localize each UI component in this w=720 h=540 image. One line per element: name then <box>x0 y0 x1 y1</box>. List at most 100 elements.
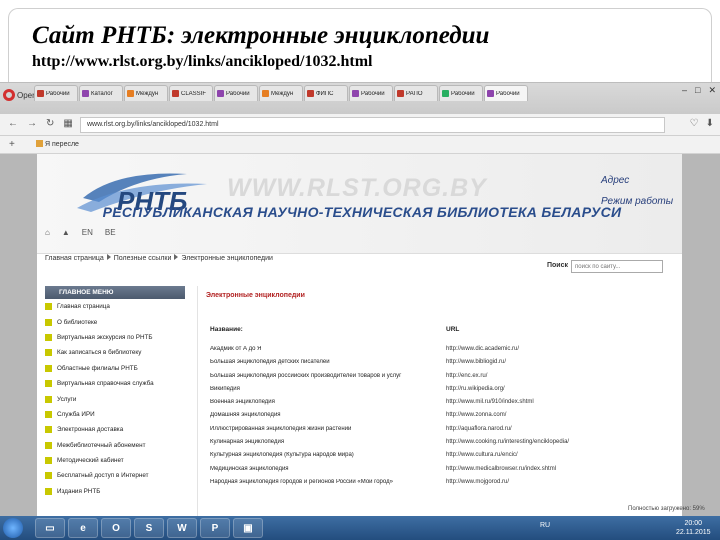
menu-item[interactable]: Служба ИРИ <box>45 407 185 422</box>
menu-item[interactable]: Виртуальная справочная служба <box>45 376 185 391</box>
url-link[interactable]: http://www.mojgorod.ru/ <box>446 479 509 485</box>
sitemap-icon[interactable]: ▲ <box>62 228 70 237</box>
tab-9[interactable]: РАПО <box>394 85 438 101</box>
url-link[interactable]: http://enc.ex.ru/ <box>446 373 487 379</box>
bookmark-item[interactable]: Я пересле <box>36 140 79 148</box>
skype-app-icon[interactable]: S <box>134 518 164 538</box>
grid-icon[interactable]: ▦ <box>63 118 72 129</box>
lang-be[interactable]: BE <box>105 228 116 237</box>
url-link[interactable]: http://www.cooking.ru/interesting/encikl… <box>446 439 569 445</box>
address-bar[interactable]: www.rlst.org.by/links/ancikloped/1032.ht… <box>80 117 665 133</box>
powerpoint-app-icon[interactable]: P <box>200 518 230 538</box>
menu-item[interactable]: Бесплатный доступ в Интернет <box>45 468 185 483</box>
menu-bullet-icon <box>45 318 52 326</box>
url-link[interactable]: http://ru.wikipedia.org/ <box>446 386 505 392</box>
start-button[interactable] <box>3 518 23 538</box>
search-input[interactable] <box>571 260 663 273</box>
reload-icon[interactable]: ↻ <box>46 118 54 129</box>
image-app-icon[interactable]: ▣ <box>233 518 263 538</box>
tab-2[interactable]: Каталог <box>79 85 123 101</box>
back-icon[interactable]: ← <box>8 118 18 129</box>
ie-app-icon[interactable]: e <box>68 518 98 538</box>
tab-1[interactable]: Рабочий <box>34 85 78 101</box>
clock[interactable]: 20:00 22.11.2015 <box>676 519 711 537</box>
page-margin-left <box>0 154 37 516</box>
language-indicator[interactable]: RU <box>540 522 550 529</box>
close-icon[interactable]: ✕ <box>708 85 716 96</box>
favicon-icon <box>172 90 179 97</box>
tab-bar: Opera Рабочий Каталог Междун CLASSIF Раб… <box>0 82 720 114</box>
menu-item[interactable]: Электронная доставка <box>45 422 185 437</box>
url-link[interactable]: http://www.dic.academic.ru/ <box>446 346 519 352</box>
menu-bullet-icon <box>45 410 52 418</box>
opera-logo-icon <box>3 89 15 101</box>
menu-bullet-icon <box>45 472 52 480</box>
tab-10[interactable]: Рабочий <box>439 85 483 101</box>
menu-item[interactable]: Виртуальная экскурсия по РНТБ <box>45 330 185 345</box>
tab-8[interactable]: Рабочий <box>349 85 393 101</box>
tab-5[interactable]: Рабочий <box>214 85 258 101</box>
table-row: Медицинская энциклопедия http://www.medic… <box>210 465 557 472</box>
word-app-icon[interactable]: W <box>167 518 197 538</box>
tab-6[interactable]: Междун <box>259 85 303 101</box>
slide-url: http://www.rlst.org.by/links/ancikloped/… <box>32 53 373 70</box>
table-row: Иллюстрированная энциклопедия жизни раст… <box>210 425 512 432</box>
favicon-icon <box>397 90 404 97</box>
tab-4[interactable]: CLASSIF <box>169 85 213 101</box>
url-link[interactable]: http://www.cultura.ru/encic/ <box>446 452 518 458</box>
url-link[interactable]: http://www.zonna.com/ <box>446 412 506 418</box>
maximize-icon[interactable]: □ <box>695 85 700 96</box>
favicon-icon <box>127 90 134 97</box>
menu-bullet-icon <box>45 441 52 449</box>
home-icon[interactable]: ⌂ <box>45 228 50 237</box>
site-banner: РНТБ WWW.RLST.ORG.BY Адрес Режим работы … <box>37 154 682 254</box>
menu-bullet-icon <box>45 457 52 465</box>
tab-11-active[interactable]: Рабочий <box>484 85 528 101</box>
clock-time: 20:00 <box>684 520 703 527</box>
menu-item[interactable]: Издания РНТБ <box>45 484 185 499</box>
page-margin-right <box>682 154 720 516</box>
bookmark-heart-icon[interactable]: ♡ <box>690 118 699 129</box>
menu-bullet-icon <box>45 380 52 388</box>
bookmarks-bar: + Я пересле <box>0 136 720 154</box>
breadcrumb-home[interactable]: Главная страница <box>45 255 104 262</box>
url-link[interactable]: http://www.medicalbrowser.ru/index.shtml <box>446 466 556 472</box>
table-row: Культурная энциклопедия (Культура народо… <box>210 452 518 459</box>
breadcrumb-links[interactable]: Полезные ссылки <box>114 255 172 262</box>
table-row: Большая энциклопедия российских производ… <box>210 372 488 379</box>
link-address[interactable]: Адрес <box>601 170 673 191</box>
menu-item[interactable]: Межбиблиотечный абонемент <box>45 438 185 453</box>
folder-icon <box>36 140 43 147</box>
table-row: Википедия http://ru.wikipedia.org/ <box>210 385 505 392</box>
favicon-icon <box>307 90 314 97</box>
opera-app-icon[interactable]: O <box>101 518 131 538</box>
slide-title: Сайт РНТБ: электронные энциклопедии <box>32 22 490 49</box>
url-link[interactable]: http://www.bibliogid.ru/ <box>446 359 506 365</box>
forward-icon[interactable]: → <box>27 118 37 129</box>
lang-en[interactable]: EN <box>82 228 93 237</box>
menu-item[interactable]: Областные филиалы РНТБ <box>45 361 185 376</box>
menu-item[interactable]: Услуги <box>45 391 185 406</box>
column-header-url: URL <box>446 326 460 333</box>
windows-taskbar: ▭ e O S W P ▣ RU 20:00 22.11.2015 <box>0 516 720 540</box>
table-row: Большая энциклопедия детских писателей ht… <box>210 359 507 366</box>
add-bookmark-icon[interactable]: + <box>9 139 15 150</box>
favicon-icon <box>82 90 89 97</box>
menu-bullet-icon <box>45 349 52 357</box>
menu-item[interactable]: Методический кабинет <box>45 453 185 468</box>
url-link[interactable]: http://aquaflora.narod.ru/ <box>446 426 512 432</box>
table-row: Домашняя энциклопедия http://www.zonna.co… <box>210 412 507 419</box>
tab-3[interactable]: Междун <box>124 85 168 101</box>
url-link[interactable]: http://www.mil.ru/910/index.shtml <box>446 399 534 405</box>
favicon-icon <box>442 90 449 97</box>
window-controls: ‒ □ ✕ <box>682 85 716 96</box>
menu-item[interactable]: О библиотеке <box>45 314 185 329</box>
encyclopedia-table: Акадмик от А до Яhttp://www.dic.academic… <box>210 344 672 490</box>
breadcrumb-arrow-icon <box>106 254 111 260</box>
minimize-icon[interactable]: ‒ <box>682 85 687 96</box>
menu-item[interactable]: Главная страница <box>45 299 185 314</box>
menu-item[interactable]: Как записаться в библиотеку <box>45 345 185 360</box>
tab-7[interactable]: ФИПС <box>304 85 348 101</box>
folder-app-icon[interactable]: ▭ <box>35 518 65 538</box>
download-icon[interactable]: ⬇ <box>706 118 714 129</box>
